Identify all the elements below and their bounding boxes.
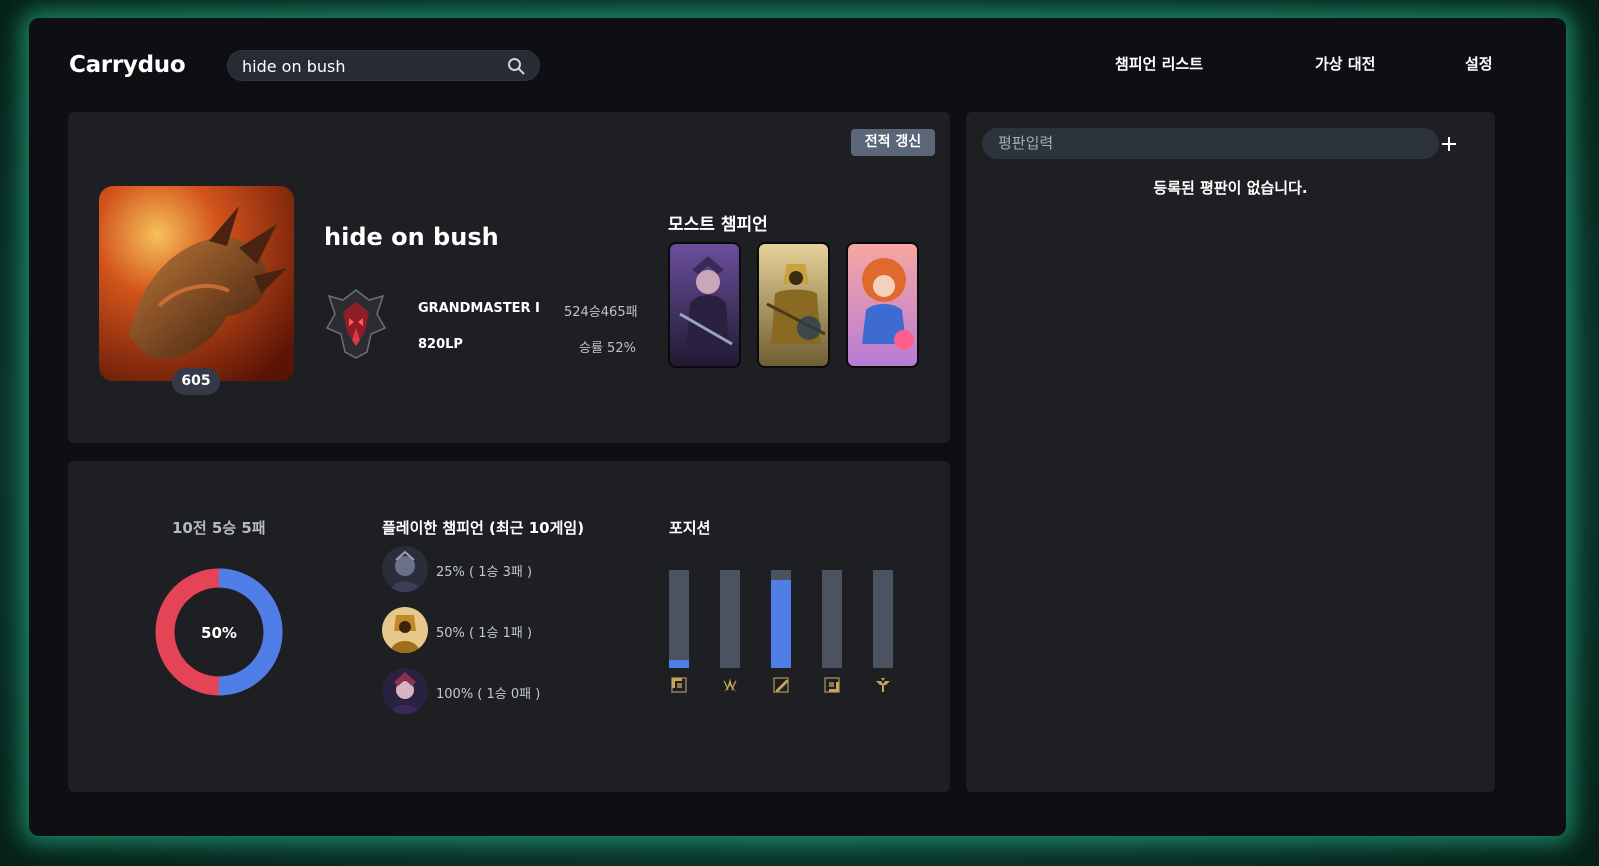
- recent-summary: 10전 5승 5패: [172, 519, 266, 537]
- summoner-name: hide on bush: [324, 223, 499, 251]
- most-champion-card[interactable]: [757, 242, 830, 368]
- nav-settings[interactable]: 설정: [1465, 53, 1493, 74]
- review-input[interactable]: [998, 132, 1398, 154]
- position-bar-support: [873, 570, 893, 668]
- nav-virtual-match[interactable]: 가상 대전: [1315, 53, 1375, 74]
- refresh-button[interactable]: 전적 갱신: [851, 129, 935, 156]
- position-title: 포지션: [669, 519, 711, 537]
- nav-champion-list[interactable]: 챔피언 리스트: [1115, 53, 1203, 74]
- grandmaster-emblem-icon: [325, 289, 387, 359]
- review-input-box[interactable]: [982, 128, 1439, 159]
- jungle-icon: [723, 678, 737, 692]
- lp-label: 820LP: [418, 337, 463, 352]
- position-bar-top: [669, 570, 689, 668]
- played-champion-stat: 25% ( 1승 3패 ): [436, 565, 533, 580]
- winrate-donut: 50%: [155, 568, 283, 696]
- level-badge: 605: [172, 368, 220, 395]
- position-bar-jungle: [720, 570, 740, 668]
- winrate-label: 승률 52%: [579, 341, 636, 356]
- champion-avatar: [382, 607, 428, 653]
- tier-label: GRANDMASTER I: [418, 301, 540, 316]
- played-champion-stat: 50% ( 1승 1패 ): [436, 626, 533, 641]
- donut-winrate-label: 50%: [201, 624, 237, 642]
- position-bar-bottom: [822, 570, 842, 668]
- app-window: Carryduo 챔피언 리스트 가상 대전 설정 전적 갱신: [29, 18, 1566, 836]
- support-icon: [876, 678, 890, 692]
- played-champion-stat: 100% ( 1승 0패 ): [436, 687, 541, 702]
- add-review-button[interactable]: [1434, 129, 1464, 159]
- profile-card: 전적 갱신 605 hide on bush GRANDMASTER I 820…: [68, 112, 950, 443]
- search-input[interactable]: [242, 55, 492, 77]
- champion-avatar: [382, 668, 428, 714]
- most-champions-title: 모스트 챔피언: [668, 215, 768, 235]
- champion-avatar: [382, 546, 428, 592]
- header: Carryduo 챔피언 리스트 가상 대전 설정: [29, 18, 1566, 112]
- search-icon[interactable]: [507, 57, 525, 75]
- record-label: 524승465패: [564, 305, 638, 320]
- played-champions-title: 플레이한 챔피언 (최근 10게임): [382, 519, 585, 537]
- plus-icon[interactable]: [1434, 129, 1464, 159]
- most-champion-card[interactable]: [668, 242, 741, 368]
- most-champion-card[interactable]: [846, 242, 919, 368]
- position-bar-fill: [669, 660, 689, 668]
- profile-icon: [99, 186, 294, 381]
- bottom-lane-icon: [824, 677, 840, 693]
- reviews-panel: 등록된 평판이 없습니다.: [966, 112, 1495, 792]
- position-bar-mid: [771, 570, 791, 668]
- search-bar[interactable]: [227, 50, 540, 81]
- position-bar-fill: [771, 579, 791, 668]
- empty-reviews-message: 등록된 평판이 없습니다.: [1153, 179, 1308, 197]
- recent-games-card: 10전 5승 5패 50% 플레이한 챔피언 (최근 10게임) 25% ( 1…: [68, 461, 950, 792]
- top-lane-icon: [671, 677, 687, 693]
- logo[interactable]: Carryduo: [69, 52, 186, 78]
- mid-lane-icon: [773, 677, 789, 693]
